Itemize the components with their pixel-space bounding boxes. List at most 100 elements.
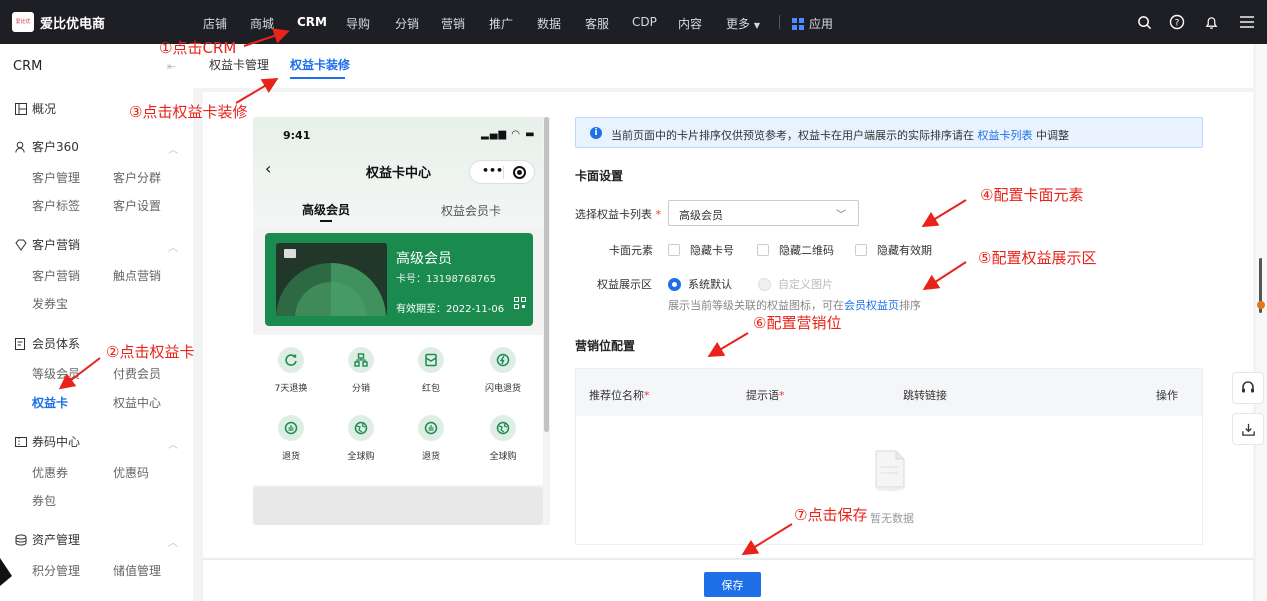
nav-item-cdp[interactable]: CDP: [632, 15, 657, 29]
sidebar-item-benefit-card[interactable]: 权益卡: [32, 394, 68, 411]
member-benefit-page-link[interactable]: 会员权益页: [844, 299, 899, 312]
help-icon[interactable]: ?: [1167, 12, 1187, 32]
tab-benefit-card-manage[interactable]: 权益卡管理: [209, 56, 269, 73]
benefit-item[interactable]: 闪电退货: [473, 347, 533, 394]
phone-tab-rights-card[interactable]: 权益会员卡: [441, 202, 501, 219]
save-button[interactable]: 保存: [704, 572, 761, 597]
sidebar-item-customer-tag[interactable]: 客户标签: [32, 197, 80, 214]
customer-service-button[interactable]: [1232, 372, 1264, 404]
nav-item-data[interactable]: 数据: [537, 15, 561, 32]
sidebar-group-membership[interactable]: 会员体系: [15, 335, 80, 352]
sidebar-item-touch-marketing[interactable]: 触点营销: [113, 267, 161, 284]
search-icon[interactable]: [1134, 12, 1154, 32]
mini-program-capsule[interactable]: •••: [469, 160, 535, 184]
checkbox-box[interactable]: [668, 244, 680, 256]
sidebar-item-level-member[interactable]: 等级会员: [32, 365, 80, 382]
sidebar-item-coupon-sender[interactable]: 发券宝: [32, 295, 68, 312]
sidebar-item-customer-settings[interactable]: 客户设置: [113, 197, 161, 214]
sidebar-group-coupon-center[interactable]: 券码中心: [15, 433, 80, 450]
annotation-step-6: ⑥配置营销位: [753, 314, 842, 332]
nav-item-mall[interactable]: 商城: [250, 15, 274, 32]
chevron-up-icon[interactable]: ︿: [168, 239, 178, 254]
close-target-icon[interactable]: [513, 166, 526, 179]
return-icon: [278, 415, 304, 441]
annotation-step-5: ⑤配置权益展示区: [978, 249, 1097, 267]
benefit-card-list-link[interactable]: 权益卡列表: [978, 129, 1033, 142]
tab-benefit-card-decorate[interactable]: 权益卡装修: [290, 56, 350, 73]
nav-item-more[interactable]: 更多 ▼: [726, 15, 760, 32]
page-tabs: 权益卡管理 权益卡装修: [193, 44, 1253, 88]
chevron-up-icon[interactable]: ︿: [168, 141, 178, 156]
card-list-select[interactable]: 高级会员 ﹀: [668, 200, 859, 226]
phone-tab-senior-member[interactable]: 高级会员: [302, 201, 350, 218]
sidebar-group-assets[interactable]: 资产管理: [15, 531, 80, 548]
sidebar-title: CRM: [13, 59, 43, 74]
sidebar-group-overview[interactable]: 概况: [15, 100, 56, 117]
radio-system-default[interactable]: 系统默认: [668, 276, 732, 292]
sidebar-item-coupon-pack[interactable]: 券包: [32, 492, 56, 509]
benefit-item[interactable]: 红包: [401, 347, 461, 394]
page-scrollbar-track: [1256, 44, 1267, 601]
chevron-up-icon[interactable]: ︿: [168, 534, 178, 549]
checkbox-box[interactable]: [855, 244, 867, 256]
nav-more-label: 更多: [726, 17, 751, 31]
sidebar-group-label: 客户360: [32, 140, 79, 154]
back-arrow-icon[interactable]: ‹: [265, 159, 271, 178]
nav-item-content[interactable]: 内容: [678, 15, 702, 32]
sidebar-item-points[interactable]: 积分管理: [32, 562, 80, 579]
asset-icon: [15, 534, 27, 545]
sidebar-item-customer-segment[interactable]: 客户分群: [113, 169, 161, 186]
menu-icon[interactable]: [1237, 12, 1257, 32]
nav-item-distribution[interactable]: 分销: [395, 15, 419, 32]
checkbox-hide-card-number[interactable]: 隐藏卡号: [668, 242, 734, 258]
more-dots-icon[interactable]: •••: [482, 164, 503, 177]
bell-icon[interactable]: [1201, 12, 1221, 32]
radio-unselected[interactable]: [758, 277, 771, 291]
nav-item-service[interactable]: 客服: [585, 15, 609, 32]
benefit-item[interactable]: 7天退换: [261, 347, 321, 394]
benefit-item[interactable]: 退货: [401, 415, 461, 462]
brand-name[interactable]: 爱比优电商: [40, 13, 105, 32]
radio-label: 自定义图片: [778, 278, 833, 291]
qr-code-icon[interactable]: [514, 297, 526, 309]
radio-selected[interactable]: [668, 277, 681, 291]
select-value: 高级会员: [679, 209, 723, 222]
sidebar-item-customer-manage[interactable]: 客户管理: [32, 169, 80, 186]
chevron-up-icon[interactable]: ︿: [168, 436, 178, 451]
radio-custom-image[interactable]: 自定义图片: [758, 276, 833, 292]
brand-logo[interactable]: 爱比优: [12, 12, 34, 32]
nav-item-apps[interactable]: 应用: [792, 15, 833, 32]
select-card-label: 选择权益卡列表 *: [575, 206, 661, 222]
benefit-item[interactable]: 全球购: [473, 415, 533, 462]
nav-item-marketing[interactable]: 营销: [441, 15, 465, 32]
benefit-card: 高级会员 卡号：13198768765 有效期至：2022-11-06: [265, 233, 533, 326]
headset-icon: [1242, 381, 1254, 393]
sidebar-item-customer-marketing[interactable]: 客户营销: [32, 267, 80, 284]
sidebar-item-benefit-center[interactable]: 权益中心: [113, 394, 161, 411]
sidebar-item-stored-value[interactable]: 储值管理: [113, 562, 161, 579]
benefit-label: 红包: [421, 384, 440, 394]
download-button[interactable]: [1232, 413, 1264, 445]
notice-body: 当前页面中的卡片排序仅供预览参考，权益卡在用户端展示的实际排序请在: [611, 129, 974, 142]
red-packet-icon: [418, 347, 444, 373]
nav-item-crm[interactable]: CRM: [297, 15, 327, 29]
apps-grid-icon: [792, 17, 804, 30]
nav-item-promotion[interactable]: 推广: [489, 15, 513, 32]
capsule-divider: [503, 166, 504, 179]
card-number: 卡号：13198768765: [396, 274, 496, 285]
nav-item-store[interactable]: 店铺: [203, 15, 227, 32]
checkbox-hide-expiry[interactable]: 隐藏有效期: [855, 242, 932, 258]
sidebar-group-customer-marketing[interactable]: 客户营销: [15, 236, 80, 253]
nav-item-guide[interactable]: 导购: [346, 15, 370, 32]
sidebar-item-paid-member[interactable]: 付费会员: [113, 365, 161, 382]
sidebar-group-customer360[interactable]: 客户360: [15, 138, 79, 155]
checkbox-hide-qr-code[interactable]: 隐藏二维码: [757, 242, 834, 258]
sidebar-item-coupon[interactable]: 优惠券: [32, 464, 68, 481]
benefit-item[interactable]: 分销: [331, 347, 391, 394]
sidebar-item-coupon-code[interactable]: 优惠码: [113, 464, 149, 481]
phone-scrollbar[interactable]: [544, 117, 549, 432]
benefit-item[interactable]: 退货: [261, 415, 321, 462]
collapse-sidebar-icon[interactable]: ⇤: [167, 60, 176, 73]
checkbox-box[interactable]: [757, 244, 769, 256]
benefit-item[interactable]: 全球购: [331, 415, 391, 462]
